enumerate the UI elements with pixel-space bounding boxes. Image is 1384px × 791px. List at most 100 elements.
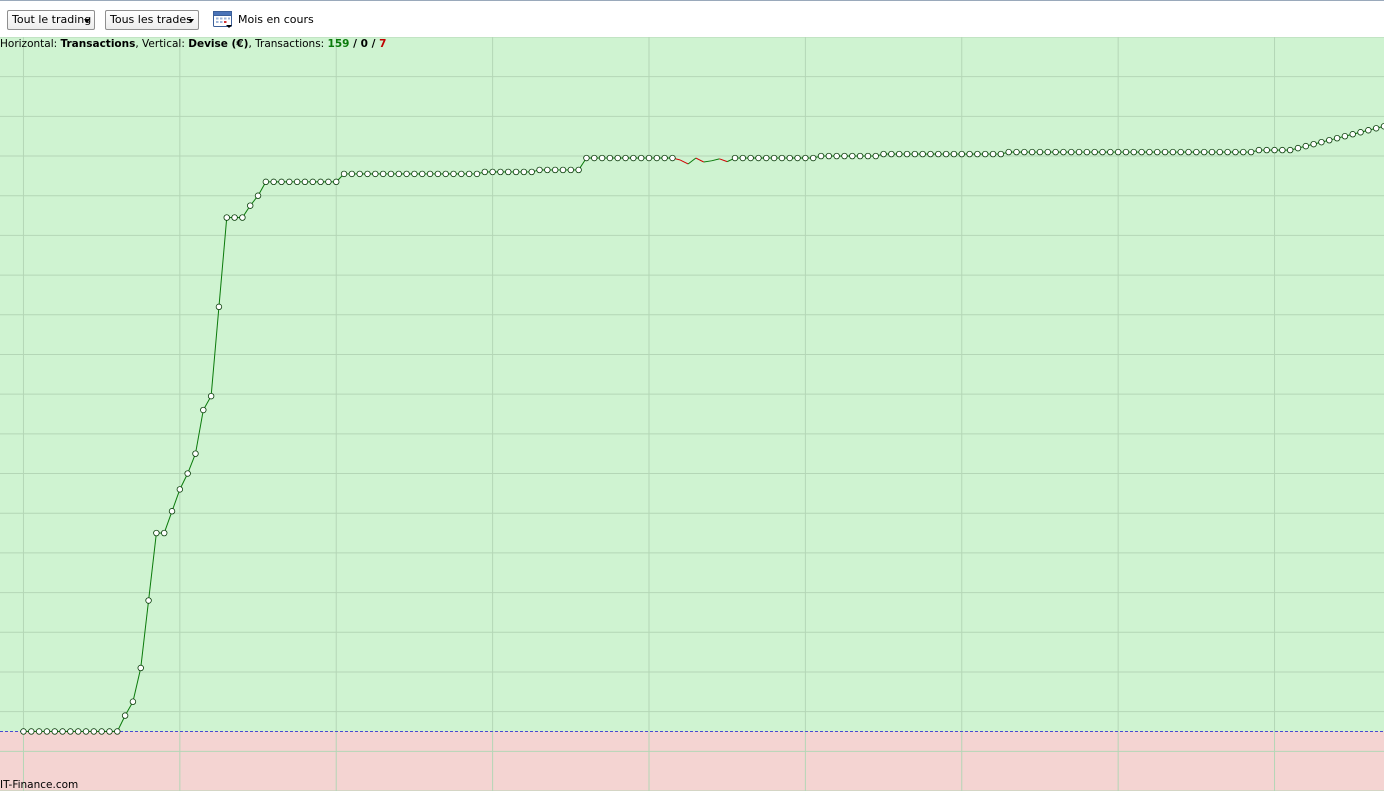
data-point[interactable]: [880, 150, 887, 158]
data-point[interactable]: [129, 698, 137, 705]
data-point[interactable]: [606, 154, 614, 162]
data-point[interactable]: [653, 154, 661, 162]
data-point[interactable]: [614, 154, 621, 162]
data-point[interactable]: [1138, 148, 1145, 156]
data-point[interactable]: [176, 486, 184, 493]
data-point[interactable]: [935, 150, 942, 158]
data-point[interactable]: [379, 170, 387, 178]
data-point[interactable]: [137, 664, 144, 672]
data-point[interactable]: [786, 154, 793, 162]
data-point[interactable]: [755, 154, 762, 162]
data-point[interactable]: [481, 168, 488, 176]
data-point[interactable]: [872, 152, 879, 160]
data-point[interactable]: [982, 150, 989, 158]
data-point[interactable]: [927, 150, 934, 158]
data-point[interactable]: [465, 170, 473, 178]
data-point[interactable]: [403, 170, 410, 178]
data-point[interactable]: [1216, 148, 1223, 156]
data-point[interactable]: [1232, 148, 1239, 156]
data-point[interactable]: [497, 168, 504, 176]
data-point[interactable]: [1318, 138, 1325, 146]
data-point[interactable]: [817, 152, 825, 160]
data-point[interactable]: [231, 214, 238, 221]
data-point[interactable]: [59, 728, 66, 735]
data-point[interactable]: [98, 728, 105, 735]
data-point[interactable]: [747, 154, 754, 162]
data-point[interactable]: [856, 152, 864, 160]
data-point[interactable]: [161, 529, 168, 537]
data-point[interactable]: [223, 214, 230, 221]
data-point[interactable]: [802, 154, 809, 162]
data-point[interactable]: [794, 154, 801, 162]
data-point[interactable]: [1013, 148, 1020, 156]
data-point[interactable]: [1240, 148, 1247, 156]
data-point[interactable]: [200, 406, 207, 414]
data-point[interactable]: [1169, 148, 1177, 156]
data-point[interactable]: [247, 202, 254, 209]
data-point[interactable]: [1247, 148, 1255, 156]
data-point[interactable]: [489, 168, 496, 176]
data-point[interactable]: [106, 728, 113, 735]
data-point[interactable]: [1052, 148, 1059, 156]
data-point[interactable]: [1005, 148, 1012, 156]
data-point[interactable]: [192, 450, 199, 457]
trading-filter-dropdown[interactable]: Tout le trading: [7, 10, 95, 30]
data-point[interactable]: [1028, 148, 1036, 156]
data-point[interactable]: [1326, 136, 1333, 144]
data-point[interactable]: [325, 178, 332, 186]
data-point[interactable]: [1208, 148, 1216, 156]
data-point[interactable]: [591, 154, 598, 162]
data-point[interactable]: [567, 166, 575, 174]
data-point[interactable]: [1193, 148, 1200, 156]
data-point[interactable]: [1146, 148, 1153, 156]
data-point[interactable]: [239, 214, 246, 221]
data-point[interactable]: [1177, 148, 1184, 156]
data-point[interactable]: [864, 152, 872, 160]
data-point[interactable]: [505, 168, 512, 176]
data-point[interactable]: [442, 170, 449, 178]
data-point[interactable]: [551, 166, 559, 174]
data-point[interactable]: [67, 728, 74, 735]
data-point[interactable]: [28, 728, 35, 735]
data-point[interactable]: [778, 154, 786, 162]
data-point[interactable]: [520, 168, 528, 176]
data-point[interactable]: [849, 152, 856, 160]
data-point[interactable]: [1122, 148, 1130, 156]
data-point[interactable]: [317, 178, 324, 186]
data-point[interactable]: [770, 154, 778, 162]
data-point[interactable]: [1263, 146, 1270, 154]
data-point[interactable]: [309, 178, 316, 186]
data-point[interactable]: [997, 150, 1005, 158]
data-point[interactable]: [1161, 148, 1169, 156]
data-point[interactable]: [153, 529, 160, 537]
data-point[interactable]: [575, 166, 582, 174]
data-point[interactable]: [184, 470, 191, 477]
data-point[interactable]: [966, 150, 973, 158]
data-point[interactable]: [356, 170, 363, 178]
period-label[interactable]: Mois en cours: [238, 13, 314, 26]
data-point[interactable]: [286, 178, 293, 186]
data-point[interactable]: [974, 150, 981, 158]
data-point[interactable]: [1365, 127, 1372, 134]
data-point[interactable]: [583, 154, 590, 162]
data-point[interactable]: [512, 168, 520, 176]
data-point[interactable]: [254, 192, 262, 199]
data-point[interactable]: [536, 166, 543, 174]
data-point[interactable]: [395, 170, 402, 178]
data-point[interactable]: [1302, 142, 1310, 150]
data-point[interactable]: [450, 170, 457, 178]
data-point[interactable]: [434, 170, 442, 178]
data-point[interactable]: [1036, 148, 1044, 156]
data-point[interactable]: [942, 150, 950, 158]
data-point[interactable]: [896, 150, 903, 158]
data-point[interactable]: [278, 178, 285, 186]
data-point[interactable]: [270, 178, 277, 186]
data-point[interactable]: [911, 150, 919, 158]
data-point[interactable]: [739, 154, 747, 162]
data-point[interactable]: [333, 178, 340, 186]
data-point[interactable]: [364, 170, 371, 178]
data-point[interactable]: [989, 150, 997, 158]
data-point[interactable]: [1068, 148, 1075, 156]
data-point[interactable]: [1099, 148, 1106, 156]
data-point[interactable]: [841, 152, 848, 160]
